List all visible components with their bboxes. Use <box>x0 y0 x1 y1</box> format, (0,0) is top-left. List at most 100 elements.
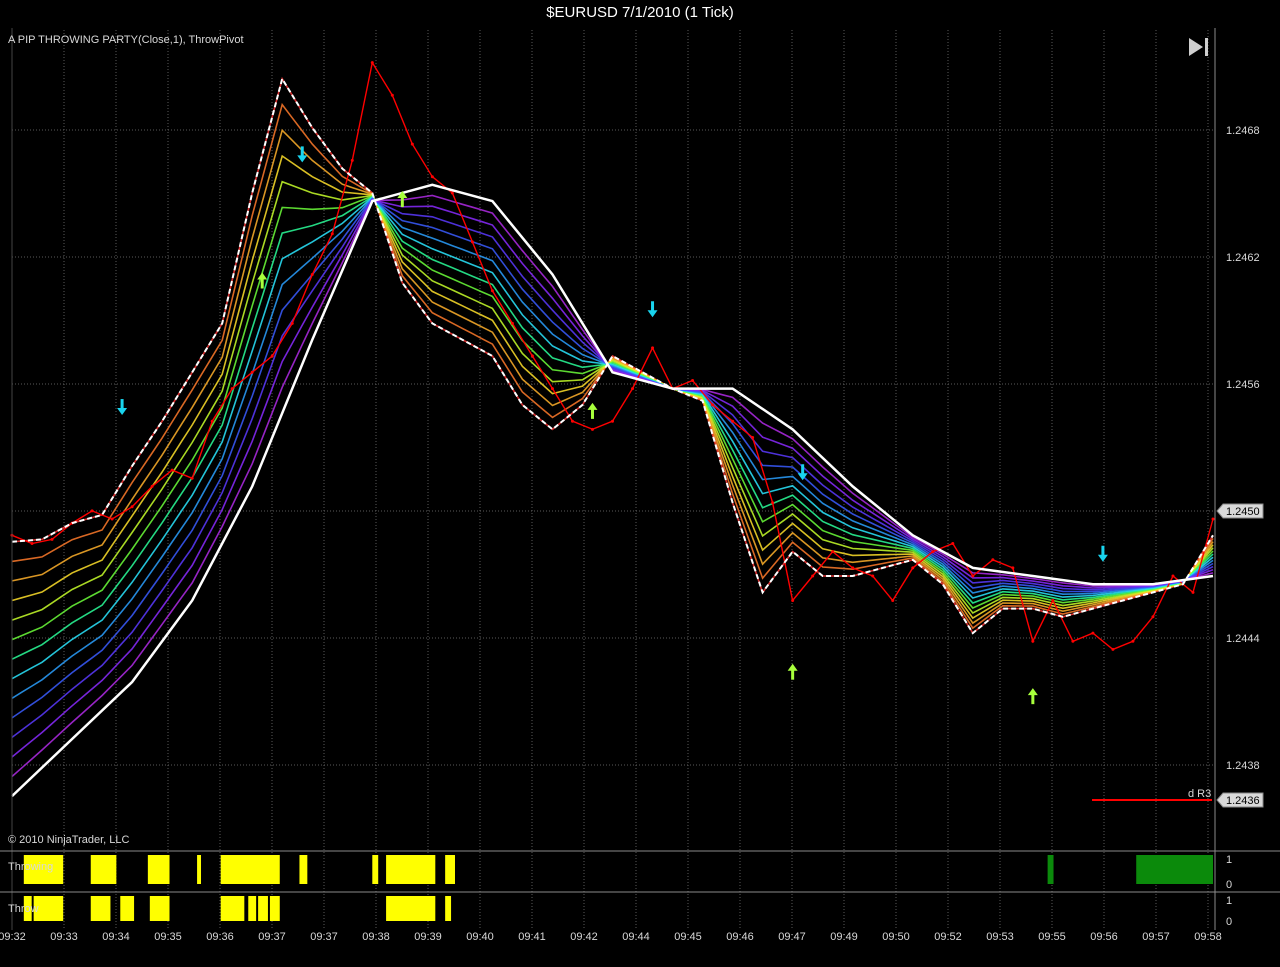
arrow-head <box>297 155 308 163</box>
price-point <box>631 387 635 391</box>
price-point <box>1151 615 1155 619</box>
slow-line <box>11 183 1214 798</box>
price-point <box>390 93 394 97</box>
price-point <box>490 289 494 293</box>
arrow-shaft <box>1101 545 1105 556</box>
x-tick-label: 09:38 <box>362 931 390 943</box>
signal-block <box>220 855 280 884</box>
price-point <box>190 476 194 480</box>
panel-scale-top: 1 <box>1226 854 1232 866</box>
x-tick-label: 09:57 <box>1142 931 1170 943</box>
ribbon-band <box>11 195 1214 660</box>
arrow-down-icon <box>117 399 128 416</box>
r3-level: d R3 <box>1092 788 1212 801</box>
price-point <box>170 468 174 472</box>
price-point <box>751 436 755 439</box>
x-tick-label: 09:50 <box>882 931 910 943</box>
arrow-up-icon <box>1027 688 1038 705</box>
price-point <box>1191 590 1195 594</box>
price-point <box>611 419 614 423</box>
y-tick-label: 1.2468 <box>1226 125 1260 137</box>
arrow-up-icon <box>787 663 798 680</box>
price-point <box>230 387 234 391</box>
panel-scale-bottom: 0 <box>1226 879 1232 891</box>
price-point <box>1171 574 1175 578</box>
signal-block <box>90 896 111 921</box>
x-tick-label: 09:58 <box>1194 931 1222 943</box>
arrow-shaft <box>300 146 304 157</box>
price-point <box>50 537 54 541</box>
skip-to-end-icon[interactable] <box>1189 38 1208 56</box>
price-point <box>711 403 715 407</box>
arrow-head <box>257 272 268 280</box>
arrow-shaft <box>120 399 124 410</box>
x-tick-label: 09:37 <box>258 931 286 943</box>
price-tag-text: 1.2436 <box>1226 795 1260 807</box>
price-point <box>1211 517 1215 521</box>
last-price-tag: 1.2450 <box>1216 503 1264 519</box>
time-axis: 09:32 09:33 09:34 09:35 09:36 09:37 09:37 09:38… <box>0 931 1222 943</box>
x-tick-label: 09:53 <box>986 931 1014 943</box>
arrow-head <box>1027 688 1038 696</box>
arrow-shaft <box>400 197 404 207</box>
arrow-shaft <box>791 669 795 680</box>
price-point <box>150 484 154 488</box>
price-point <box>410 142 414 146</box>
grid <box>11 30 1213 930</box>
signal-block <box>386 855 436 884</box>
throwing-panel-label: Throwing <box>8 861 53 873</box>
price-point <box>991 558 995 562</box>
price-point <box>891 599 895 602</box>
price-point <box>1031 639 1035 643</box>
signal-block <box>269 896 280 921</box>
y-tick-label: 1.2456 <box>1226 379 1260 391</box>
signal-block <box>197 855 202 884</box>
price-point <box>1071 639 1075 643</box>
price-point <box>470 240 474 244</box>
price-point <box>771 501 775 505</box>
arrow-head <box>117 408 128 416</box>
signal-block <box>248 896 257 921</box>
x-tick-label: 09:32 <box>0 931 26 943</box>
price-point <box>450 191 454 195</box>
arrow-shaft <box>801 464 805 475</box>
x-tick-label: 09:41 <box>518 931 546 943</box>
ribbon-band <box>11 196 1214 699</box>
ribbon-band <box>11 76 1214 635</box>
price-point <box>791 599 795 602</box>
x-tick-label: 09:40 <box>466 931 494 943</box>
signal-block <box>220 896 245 921</box>
x-tick-label: 09:44 <box>622 931 650 943</box>
price-point <box>290 321 294 325</box>
price-point <box>510 321 514 325</box>
arrow-head <box>587 402 598 410</box>
price-point <box>871 574 875 578</box>
price-point <box>110 517 114 521</box>
price-point <box>911 566 915 570</box>
x-tick-label: 09:36 <box>206 931 234 943</box>
x-tick-label: 09:34 <box>102 931 130 943</box>
price-point <box>1091 631 1095 635</box>
chart-canvas[interactable]: 1.2468 1.2462 1.2456 1.2450 1.2444 1.2438 1.24… <box>0 0 1280 967</box>
price-point <box>831 550 835 554</box>
price-point <box>651 346 655 350</box>
price-point <box>210 419 214 423</box>
x-tick-label: 09:42 <box>570 931 598 943</box>
price-point <box>350 158 354 162</box>
signal-block <box>258 896 268 921</box>
price-point <box>250 370 254 374</box>
arrow-head <box>1097 554 1108 562</box>
ribbon-band <box>11 183 1214 797</box>
price-point <box>270 354 274 358</box>
ribbon-band <box>11 180 1214 621</box>
arrow-shaft <box>1031 694 1035 705</box>
signal-block <box>299 855 308 884</box>
price-point <box>30 541 34 545</box>
copyright-label: © 2010 NinjaTrader, LLC <box>8 834 129 846</box>
price-point <box>931 550 935 554</box>
y-tick-label: 1.2438 <box>1226 760 1260 772</box>
price-axis: 1.2468 1.2462 1.2456 1.2450 1.2444 1.2438 1.24… <box>11 28 1264 930</box>
indicator-label: A PIP THROWING PARTY(Close,1), ThrowPivo… <box>8 34 244 46</box>
price-tag-text: 1.2450 <box>1226 506 1260 518</box>
r3-label: d R3 <box>1188 788 1211 800</box>
